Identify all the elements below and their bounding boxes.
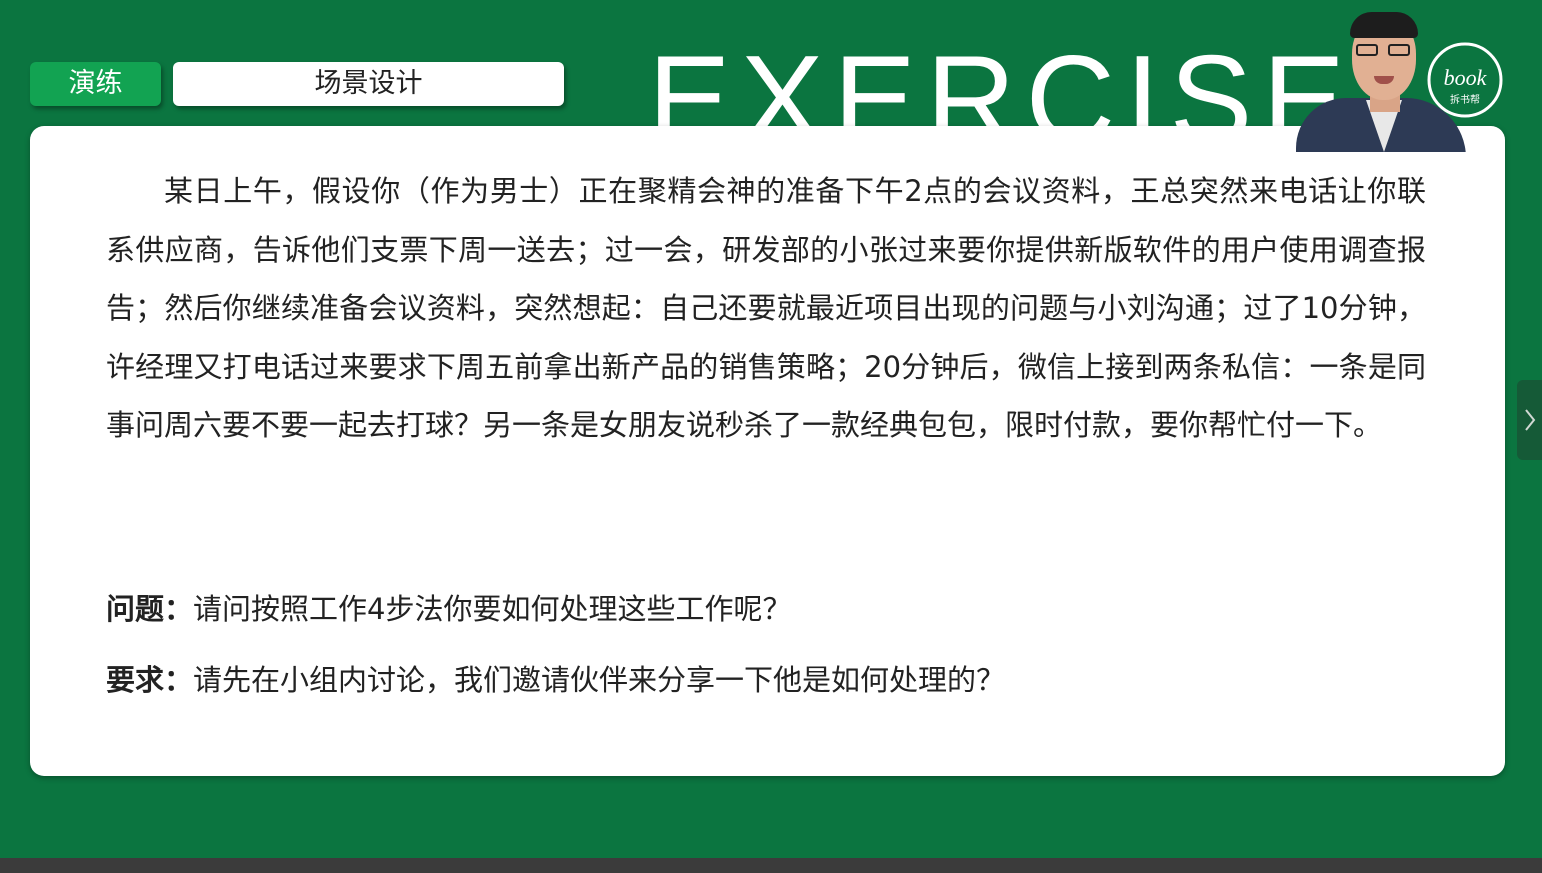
bottom-bar [0,858,1542,873]
scenario-paragraph: 某日上午，假设你（作为男士）正在聚精会神的准备下午2点的会议资料，王总突然来电话… [106,174,1426,442]
question-line: 问题：请问按照工作4步法你要如何处理这些工作呢？ [106,589,1426,629]
glasses-lens-left [1356,44,1378,56]
chaishubang-logo: book 拆书帮 [1427,42,1503,118]
side-panel-toggle[interactable] [1517,380,1542,460]
logo-sub-text: 拆书帮 [1450,93,1480,106]
chevron-right-icon [1525,409,1536,431]
request-label: 要求： [106,663,194,697]
glasses-lens-right [1388,44,1410,56]
presenter-hair [1350,12,1418,38]
question-label: 问题： [106,592,194,626]
content-card: 某日上午，假设你（作为男士）正在聚精会神的准备下午2点的会议资料，王总突然来电话… [30,126,1505,776]
exercise-tag: 演练 [30,62,161,106]
request-text: 请先在小组内讨论，我们邀请伙伴来分享一下他是如何处理的？ [193,663,1006,697]
presenter-glasses [1356,44,1412,56]
logo-main-text: book [1444,65,1488,90]
request-line: 要求：请先在小组内讨论，我们邀请伙伴来分享一下他是如何处理的？ [106,660,1426,700]
slide-canvas: EXERCISE 演练 场景设计 某日上午，假设你（作为男士）正在聚精会神的准备… [0,0,1542,873]
question-text: 请问按照工作4步法你要如何处理这些工作呢？ [193,592,792,626]
topic-title: 场景设计 [173,62,564,106]
